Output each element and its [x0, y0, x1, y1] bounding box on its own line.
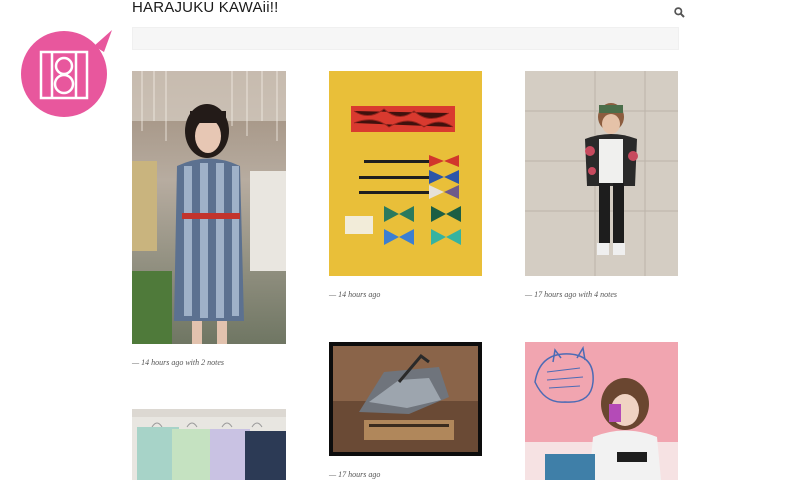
post-meta[interactable]: — 17 hours ago: [329, 470, 380, 479]
post-photo-striped-dress[interactable]: [132, 71, 286, 344]
post-photo-clothes-rack[interactable]: [132, 409, 286, 480]
post-photo-selfie-pink[interactable]: [525, 342, 678, 480]
search-icon[interactable]: [674, 7, 685, 18]
post-meta[interactable]: — 14 hours ago with 2 notes: [132, 358, 224, 367]
post-photo-floral-jacket[interactable]: [525, 71, 678, 276]
site-title[interactable]: HARAJUKU KAWAii!!: [132, 0, 278, 16]
logo-icon[interactable]: [20, 24, 114, 118]
post-meta[interactable]: — 17 hours ago with 4 notes: [525, 290, 617, 299]
post-photo-bow-ties[interactable]: [329, 71, 482, 276]
search-bar[interactable]: [132, 27, 679, 50]
post-photo-sandals[interactable]: [329, 342, 482, 456]
post-meta[interactable]: — 14 hours ago: [329, 290, 380, 299]
